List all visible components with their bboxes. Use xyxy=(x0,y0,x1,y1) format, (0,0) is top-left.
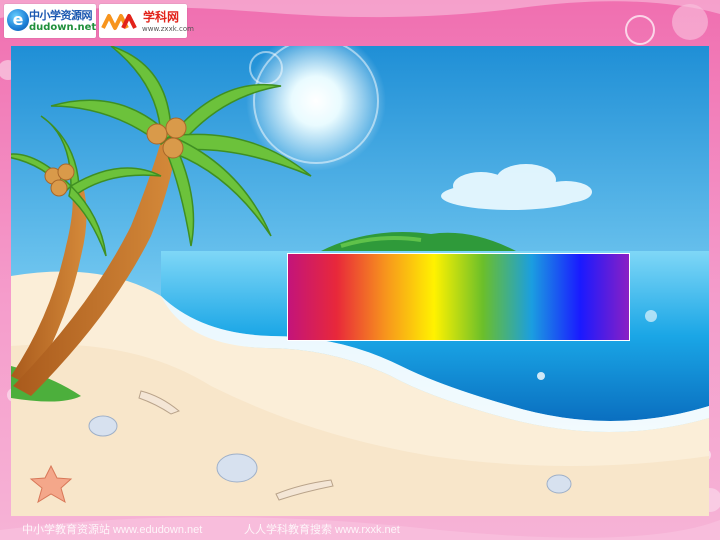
color-spectrum-bar xyxy=(287,253,630,341)
wave-logo-icon xyxy=(101,14,137,30)
secondary-logo-subtitle: www.zxxk.com xyxy=(142,25,194,33)
primary-logo[interactable]: e 中小学资源网 dudown.net xyxy=(4,4,96,38)
logo-bar: e 中小学资源网 dudown.net 学科网 www.zxxk.com xyxy=(4,4,194,38)
e-logo-icon: e xyxy=(7,9,29,31)
secondary-logo-title: 学科网 xyxy=(143,10,180,24)
primary-logo-title: 中小学资源网 xyxy=(29,9,93,22)
secondary-logo[interactable]: 学科网 www.zxxk.com xyxy=(99,4,194,38)
primary-logo-subtitle: dudown.net xyxy=(29,22,97,33)
footer-right-text: 人人学科教育搜索 www.rxxk.net xyxy=(244,524,400,536)
footer-left-text: 中小学教育资源站 www.edudown.net xyxy=(22,524,203,536)
